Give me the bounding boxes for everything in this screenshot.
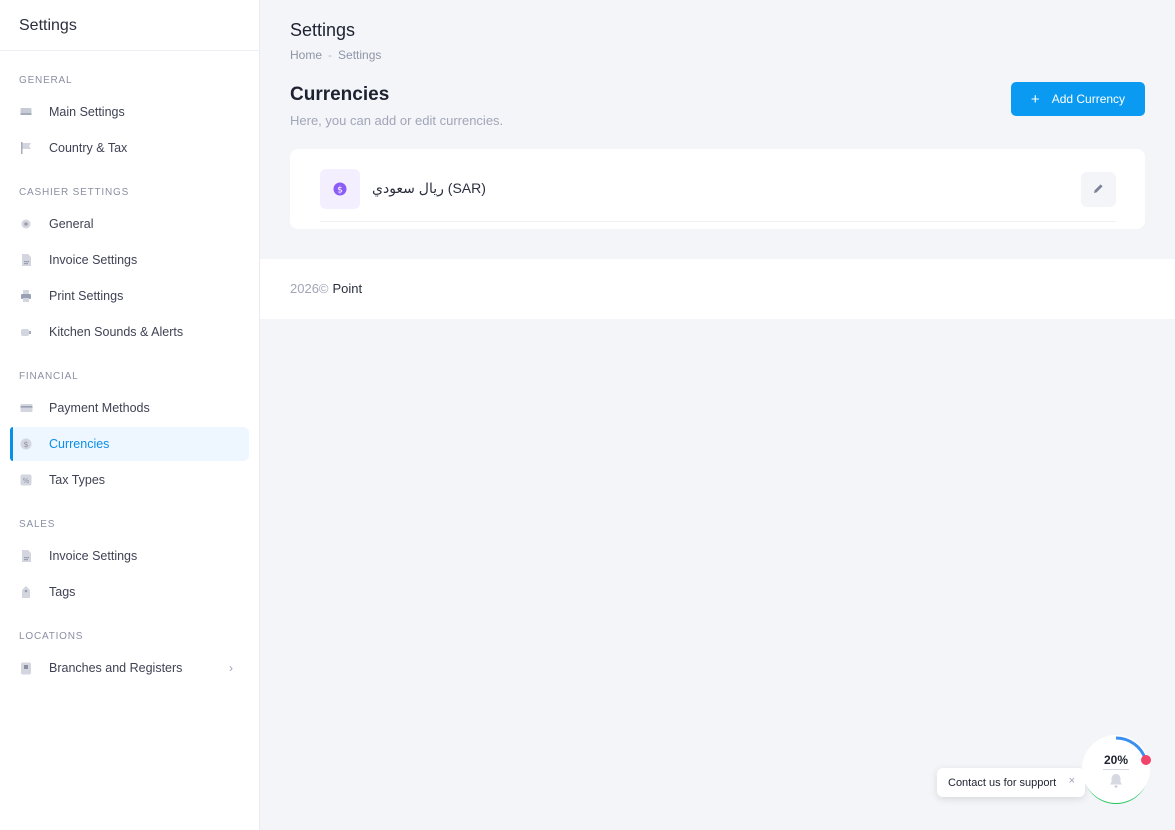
svg-text:$: $ — [337, 186, 343, 196]
add-currency-button[interactable]: + Add Currency — [1011, 82, 1145, 116]
settings-sidebar: Settings GENERAL Main Settings Country &… — [0, 0, 260, 830]
list-item: $ ريال سعودي (SAR) — [320, 169, 1116, 222]
gear-icon — [19, 217, 33, 231]
breadcrumb: Home - Settings — [290, 48, 1145, 62]
main-content: Settings Home - Settings Currencies Here… — [260, 0, 1175, 830]
currencies-card: $ ريال سعودي (SAR) — [290, 149, 1145, 229]
progress-ring — [1082, 735, 1151, 804]
footer-brand-link[interactable]: Point — [333, 281, 363, 296]
section-title: GENERAL — [19, 75, 73, 86]
chevron-right-icon: › — [229, 661, 233, 675]
currency-name: ريال سعودي (SAR) — [372, 180, 486, 196]
section-title: LOCATIONS — [19, 631, 84, 642]
document-icon — [19, 549, 33, 563]
section-title: FINANCIAL — [19, 371, 79, 382]
sidebar-item-label: Invoice Settings — [49, 549, 138, 563]
sidebar-item-label: Branches and Registers — [49, 661, 183, 675]
sidebar-item-label: Tags — [49, 585, 76, 599]
support-label: Contact us for support — [948, 776, 1057, 789]
breadcrumb-current: Settings — [338, 48, 382, 62]
building-icon — [19, 661, 33, 675]
dollar-icon: $ — [320, 169, 360, 209]
sidebar-item-tags[interactable]: Tags — [10, 575, 249, 609]
percent-icon: % — [19, 473, 33, 487]
support-progress-widget[interactable]: 20% — [1080, 733, 1156, 809]
breadcrumb-separator: - — [328, 48, 333, 62]
sidebar-item-label: Kitchen Sounds & Alerts — [49, 325, 184, 339]
section-general: GENERAL Main Settings Country & Tax — [0, 73, 259, 165]
document-icon — [19, 253, 33, 267]
progress-percent: 20% — [1103, 753, 1129, 767]
section-sales: SALES Invoice Settings Tags — [0, 517, 259, 609]
sidebar-item-sales-invoice-settings[interactable]: Invoice Settings — [10, 539, 249, 573]
sidebar-item-country-tax[interactable]: Country & Tax — [10, 131, 249, 165]
sidebar-item-main-settings[interactable]: Main Settings — [10, 95, 249, 129]
section-cashier-settings: CASHIER SETTINGS General Invoice Setting… — [0, 185, 259, 349]
sidebar-item-label: Invoice Settings — [49, 253, 138, 267]
svg-text:$: $ — [23, 440, 28, 449]
support-tooltip[interactable]: Contact us for support × — [937, 768, 1085, 797]
section-financial: FINANCIAL Payment Methods $ Currencies %… — [0, 369, 259, 497]
monitor-icon — [19, 105, 33, 119]
bell-icon — [1107, 773, 1125, 794]
sidebar-item-currencies[interactable]: $ Currencies — [10, 427, 249, 461]
section-title: SALES — [19, 519, 56, 530]
footer: 2026© Point — [260, 259, 1175, 319]
page-header: Settings Home - Settings — [260, 0, 1175, 62]
credit-card-icon — [19, 401, 33, 415]
section-locations: LOCATIONS Branches and Registers › — [0, 629, 259, 685]
sidebar-item-general[interactable]: General — [10, 207, 249, 241]
svg-text:%: % — [23, 477, 30, 485]
sidebar-item-payment-methods[interactable]: Payment Methods — [10, 391, 249, 425]
add-currency-label: Add Currency — [1051, 92, 1126, 106]
sidebar-item-branches-registers[interactable]: Branches and Registers › — [10, 651, 249, 685]
tag-icon — [19, 585, 33, 599]
flag-icon — [19, 141, 33, 155]
sidebar-nav: GENERAL Main Settings Country & Tax CASH… — [0, 51, 259, 685]
sidebar-title: Settings — [0, 0, 259, 51]
sidebar-item-kitchen-sounds-alerts[interactable]: Kitchen Sounds & Alerts — [10, 315, 249, 349]
edit-currency-button[interactable] — [1081, 172, 1116, 207]
sidebar-item-label: Print Settings — [49, 289, 124, 303]
sidebar-item-label: Country & Tax — [49, 141, 128, 155]
plus-icon: + — [1030, 90, 1040, 108]
sidebar-item-print-settings[interactable]: Print Settings — [10, 279, 249, 313]
footer-year: 2026© — [290, 281, 329, 296]
section-title: CASHIER SETTINGS — [19, 187, 130, 198]
sidebar-item-label: General — [49, 217, 94, 231]
progress-divider — [1103, 769, 1129, 770]
page-title: Settings — [290, 20, 356, 40]
sidebar-item-label: Tax Types — [49, 473, 106, 487]
breadcrumb-home[interactable]: Home — [290, 48, 322, 62]
sidebar-item-label: Main Settings — [49, 105, 125, 119]
sidebar-item-label: Payment Methods — [49, 401, 150, 415]
sidebar-item-invoice-settings[interactable]: Invoice Settings — [10, 243, 249, 277]
dollar-icon: $ — [19, 437, 33, 451]
sidebar-item-tax-types[interactable]: % Tax Types — [10, 463, 249, 497]
pencil-icon — [1093, 181, 1104, 199]
close-icon[interactable]: × — [1069, 775, 1075, 787]
printer-icon — [19, 289, 33, 303]
sidebar-item-label: Currencies — [49, 437, 110, 451]
speaker-icon — [19, 325, 33, 339]
